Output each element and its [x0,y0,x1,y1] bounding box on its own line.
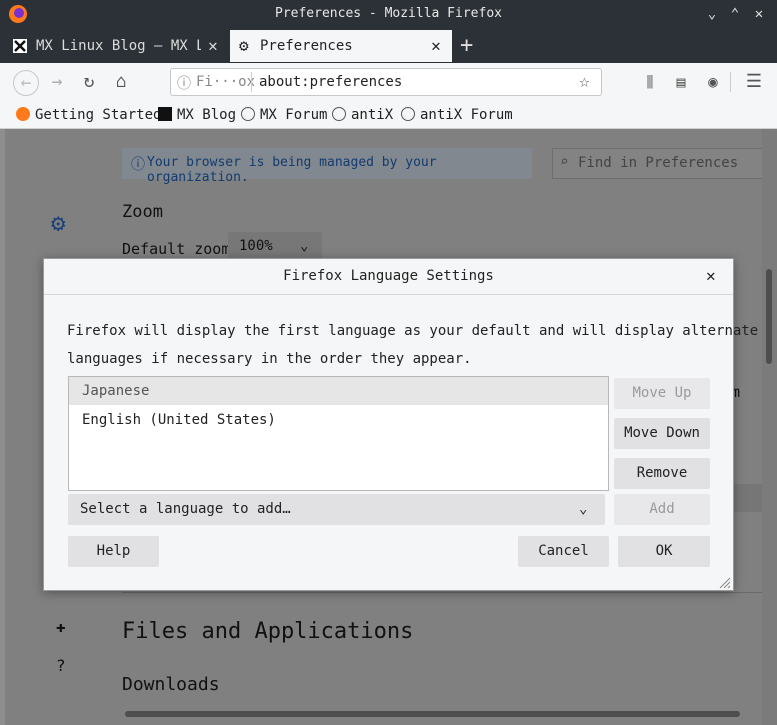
globe-icon [401,107,415,121]
default-zoom-value: 100% [239,238,273,254]
bookmark-antix[interactable]: antiX [332,105,393,125]
info-icon: ⓘ [131,157,145,173]
mx-logo-icon [158,107,172,121]
gear-icon[interactable]: ⚙ [51,209,65,237]
site-identity-icon[interactable]: ⓘ [177,73,191,93]
toolbar-divider [730,72,731,92]
maximize-icon[interactable]: ⌃ [726,4,744,24]
policy-notice: ⓘ Your browser is being managed by your … [122,148,532,185]
close-tab-icon[interactable]: ✕ [204,30,222,62]
dialog-description-line2: languages if necessary in the order they… [67,351,472,367]
bookmark-mx-forum[interactable]: MX Forum [241,105,327,125]
tab-mx-linux-blog[interactable]: MX Linux Blog – MX Lin ✕ [6,30,226,62]
downloads-heading: Downloads [122,674,220,695]
site-identity-label: Fi···ox [196,74,256,90]
account-icon[interactable]: ◉ [702,71,724,93]
dialog-title: Firefox Language Settings [44,259,733,295]
resize-grip-icon[interactable] [719,577,731,589]
list-item[interactable]: English (United States) [69,406,608,434]
search-preferences-input[interactable]: ⌕ Find in Preferences [552,148,767,179]
add-button[interactable]: Add [614,494,710,525]
remove-button[interactable]: Remove [614,458,710,489]
search-icon: ⌕ [560,154,569,170]
bookmark-antix-forum[interactable]: antiX Forum [401,105,513,125]
tab-label: Preferences [260,38,353,54]
tab-label: MX Linux Blog – MX Lin [36,38,201,54]
firefox-icon [16,107,30,121]
globe-icon [332,107,346,121]
chevron-down-icon: ⌄ [300,238,309,254]
gear-icon: ⚙ [239,36,249,55]
back-icon[interactable]: ← [13,70,39,96]
vertical-scrollbar-thumb[interactable] [766,269,772,364]
ok-button[interactable]: OK [618,536,710,567]
language-settings-dialog: Firefox Language Settings ✕ Firefox will… [43,258,758,591]
chevron-down-icon: ⌄ [579,501,588,517]
window-titlebar: Preferences - Mozilla Firefox ⌄ ⌃ ✕ [0,0,777,29]
home-icon[interactable]: ⌂ [110,71,132,93]
menu-icon[interactable]: ☰ [743,71,765,93]
mx-logo-icon [13,39,27,53]
url-text[interactable]: about:preferences [259,74,402,90]
policy-notice-text[interactable]: Your browser is being managed by your or… [147,155,532,185]
globe-icon [241,107,255,121]
select-placeholder: Select a language to add… [80,501,291,517]
language-list[interactable]: Japanese English (United States) [68,376,609,491]
files-applications-heading: Files and Applications [122,619,414,644]
url-bar[interactable]: ⓘ Fi···ox about:preferences ☆ [170,68,602,96]
navigation-toolbar: ← → ↻ ⌂ ⓘ Fi···ox about:preferences ☆ ⫼ … [0,63,777,101]
bookmarks-toolbar: Getting Started MX Blog MX Forum antiX a… [0,101,777,129]
window-title: Preferences - Mozilla Firefox [275,6,502,21]
move-up-button[interactable]: Move Up [614,378,710,409]
close-tab-icon[interactable]: ✕ [427,30,445,62]
close-window-icon[interactable]: ✕ [750,4,768,24]
horizontal-scrollbar-thumb[interactable] [125,711,740,717]
add-language-select[interactable]: Select a language to add… ⌄ [68,494,605,525]
help-button[interactable]: Help [68,536,159,567]
bookmark-star-icon[interactable]: ☆ [579,71,590,92]
tab-bar: MX Linux Blog – MX Lin ✕ ⚙ Preferences ✕… [0,29,777,63]
library-icon[interactable]: ⫼ [639,71,661,93]
move-down-button[interactable]: Move Down [614,418,710,449]
search-placeholder: Find in Preferences [578,155,739,171]
url-divider [251,72,252,92]
dialog-description-line1: Firefox will display the first language … [67,323,759,339]
cancel-button[interactable]: Cancel [518,536,609,567]
section-divider [122,592,762,593]
bookmark-getting-started[interactable]: Getting Started [16,105,161,125]
list-item[interactable]: Japanese [69,377,608,405]
minimize-icon[interactable]: ⌄ [703,4,721,24]
new-tab-icon[interactable]: + [460,33,473,58]
bookmark-mx-blog[interactable]: MX Blog [158,105,236,125]
partial-content-block [730,484,762,512]
forward-icon[interactable]: → [46,71,68,93]
tab-preferences[interactable]: ⚙ Preferences ✕ [230,30,452,62]
sidebar-icon[interactable]: ▤ [670,71,692,93]
default-zoom-label: Default zoom [122,240,231,258]
help-icon[interactable]: ? [56,656,66,675]
close-dialog-icon[interactable]: ✕ [706,266,716,285]
reload-icon[interactable]: ↻ [78,71,100,93]
vertical-scrollbar[interactable] [762,129,777,725]
zoom-heading: Zoom [122,202,163,222]
extensions-icon[interactable]: ✚ [56,617,66,636]
